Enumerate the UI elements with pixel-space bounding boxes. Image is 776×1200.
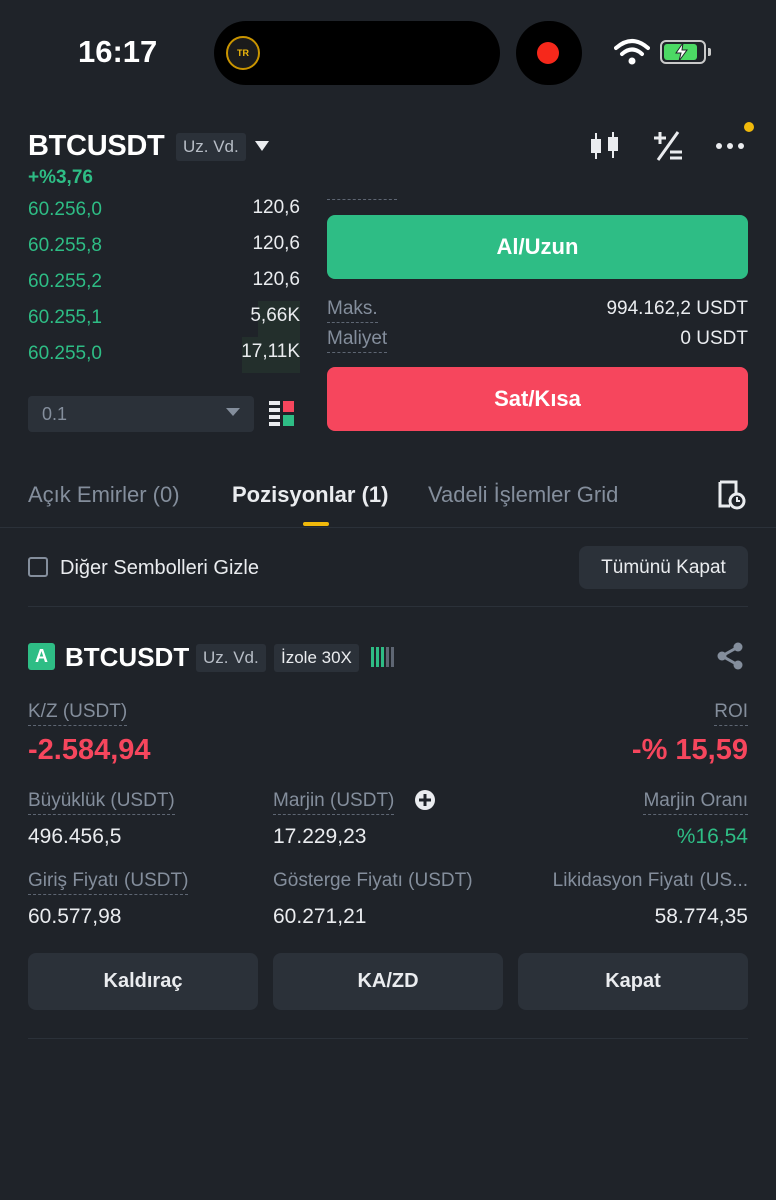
orderbook-layout-icon[interactable] xyxy=(269,401,295,427)
record-dot-icon xyxy=(537,42,559,64)
tab-futures-grid[interactable]: Vadeli İşlemler Grid xyxy=(428,482,618,508)
orderbook-qty: 120,6 xyxy=(252,233,300,254)
orderbook-qty: 120,6 xyxy=(252,197,300,218)
orderbook-price: 60.255,2 xyxy=(28,271,102,292)
status-time: 16:17 xyxy=(78,34,158,69)
tab-open-orders[interactable]: Açık Emirler (0) xyxy=(28,482,180,508)
add-margin-icon[interactable] xyxy=(414,789,436,811)
position-symbol[interactable]: BTCUSDT xyxy=(65,642,189,673)
size-label: Büyüklük (USDT) xyxy=(28,790,175,815)
pnl-label: K/Z (USDT) xyxy=(28,701,128,726)
sell-short-button[interactable]: Sat/Kısa xyxy=(327,367,748,431)
orderbook-row[interactable]: 60.255,0 17,11K xyxy=(28,337,300,373)
share-icon[interactable] xyxy=(716,642,744,670)
mark-price-value: 60.271,21 xyxy=(273,905,367,928)
roi-value: -% 15,59 xyxy=(631,734,748,766)
max-label: Maks. xyxy=(327,298,378,323)
leverage-button[interactable]: Kaldıraç xyxy=(28,953,258,1010)
orderbook-price: 60.255,1 xyxy=(28,307,102,328)
wifi-icon xyxy=(614,39,650,65)
orderbook-price: 60.255,8 xyxy=(28,235,102,256)
precision-value: 0.1 xyxy=(42,404,68,424)
margin-ratio-label: Marjin Oranı xyxy=(643,790,748,815)
hide-symbols-checkbox[interactable] xyxy=(28,557,48,577)
liq-price-value: 58.774,35 xyxy=(654,905,748,928)
close-all-button[interactable]: Tümünü Kapat xyxy=(579,546,748,589)
chevron-down-icon xyxy=(226,408,240,416)
tabs-divider xyxy=(0,527,776,528)
side-badge: A xyxy=(28,643,55,670)
close-position-button[interactable]: Kapat xyxy=(518,953,748,1010)
orderbook-qty: 120,6 xyxy=(252,269,300,290)
app-logo-icon: TR xyxy=(226,36,260,70)
tab-positions[interactable]: Pozisyonlar (1) xyxy=(232,482,388,508)
symbol-dropdown-icon[interactable] xyxy=(254,140,270,152)
entry-price-label: Giriş Fiyatı (USDT) xyxy=(28,870,189,895)
hide-symbols-label: Diğer Sembolleri Gizle xyxy=(60,557,259,579)
more-options-icon[interactable] xyxy=(714,120,756,156)
charging-bolt-icon xyxy=(675,42,688,62)
liq-price-label: Likidasyon Fiyatı (US... xyxy=(552,870,748,891)
buy-long-button[interactable]: Al/Uzun xyxy=(327,215,748,279)
margin-ratio-value: %16,54 xyxy=(676,825,748,848)
size-value: 496.456,5 xyxy=(28,825,122,848)
order-history-icon[interactable] xyxy=(718,480,746,510)
orderbook-price: 60.255,0 xyxy=(28,343,102,364)
calculator-icon[interactable] xyxy=(652,130,684,162)
max-value: 994.162,2 USDT xyxy=(606,298,748,319)
margin-value: 17.229,23 xyxy=(273,825,367,848)
margin-mode-tag[interactable]: İzole 30X xyxy=(274,644,359,672)
filter-divider xyxy=(28,606,748,607)
adl-indicator-icon xyxy=(371,647,394,667)
card-divider xyxy=(28,1038,748,1039)
price-change-percent: +%3,76 xyxy=(28,167,93,188)
tp-sl-button[interactable]: KA/ZD xyxy=(273,953,503,1010)
orderbook-row[interactable]: 60.255,1 5,66K xyxy=(28,301,300,337)
contract-type-tag: Uz. Vd. xyxy=(176,133,246,161)
margin-label: Marjin (USDT) xyxy=(273,790,395,815)
orderbook-row[interactable]: 60.255,2 120,6 xyxy=(28,265,300,301)
roi-label: ROI xyxy=(714,701,748,726)
candlestick-chart-icon[interactable] xyxy=(588,130,622,162)
orderbook-price: 60.256,0 xyxy=(28,199,102,220)
order-type-underline xyxy=(327,199,397,200)
entry-price-value: 60.577,98 xyxy=(28,905,122,928)
active-tab-indicator xyxy=(303,522,329,526)
cost-value: 0 USDT xyxy=(680,328,748,349)
cost-label: Maliyet xyxy=(327,328,388,353)
battery-tip xyxy=(708,48,711,56)
orderbook-row[interactable]: 60.256,0 120,6 xyxy=(28,193,300,229)
orderbook-qty: 5,66K xyxy=(250,305,300,326)
mark-price-label: Gösterge Fiyatı (USDT) xyxy=(273,870,473,891)
symbol-title[interactable]: BTCUSDT xyxy=(28,130,165,163)
pnl-value: -2.584,94 xyxy=(28,734,151,766)
orderbook-qty: 17,11K xyxy=(241,341,300,362)
orderbook-row[interactable]: 60.255,8 120,6 xyxy=(28,229,300,265)
position-contract-tag: Uz. Vd. xyxy=(196,644,266,672)
